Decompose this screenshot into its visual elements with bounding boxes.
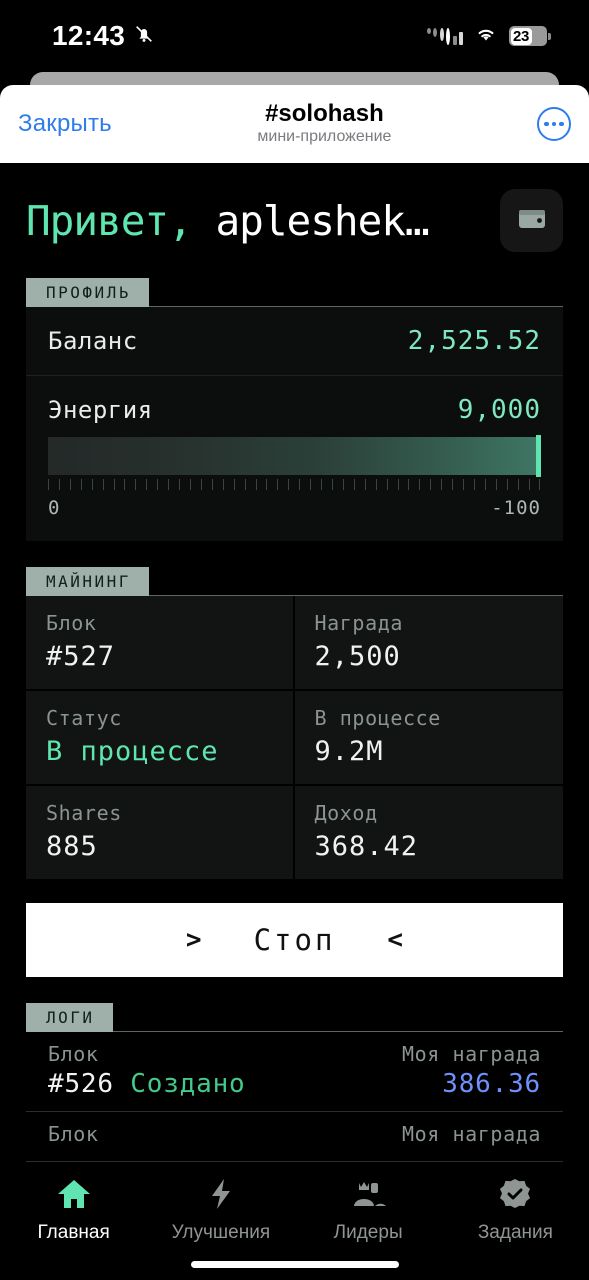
mining-cell: В процессе 9.2M (294, 691, 563, 786)
profile-section: ПРОФИЛЬ Баланс 2,525.52 Энергия 9,000 0 … (0, 278, 589, 541)
nav-item-label: Лидеры (333, 1222, 403, 1243)
mining-cell: Блок #527 (26, 596, 295, 691)
wallet-button[interactable] (500, 189, 563, 252)
balance-value: 2,525.52 (407, 326, 541, 356)
greeting-text: Привет, apleshek… (26, 196, 430, 245)
leaders-icon (349, 1177, 387, 1215)
log-row-body: #526 Создано 386.36 (48, 1069, 541, 1099)
energy-scale-max: -100 (491, 497, 541, 519)
battery-indicator: 23 (509, 26, 551, 46)
greeting-hello: Привет, (26, 196, 193, 245)
greeting-row: Привет, apleshek… (0, 163, 589, 252)
mining-cell-label: В процессе (314, 706, 441, 730)
energy-bar-ticks (48, 479, 541, 490)
battery-percent-label: 23 (513, 27, 530, 45)
mining-cell: Shares 885 (26, 786, 295, 881)
status-bar-left: 12:43 (52, 20, 155, 52)
mining-cell: Статус В процессе (26, 691, 295, 786)
balance-row: Баланс 2,525.52 (26, 307, 563, 376)
log-block-number: #526 (48, 1069, 114, 1099)
mini-app-content: Привет, apleshek… ПРОФИЛЬ Баланс 2,525.5… (0, 163, 589, 1163)
log-reward-value: 386.36 (442, 1069, 541, 1099)
mining-cell-label: Блок (46, 611, 97, 635)
energy-bar-cursor (536, 435, 541, 477)
energy-header: Энергия 9,000 (26, 376, 563, 433)
mini-app-subtitle: мини-приложение (257, 128, 392, 146)
mining-cell: Награда 2,500 (294, 596, 563, 691)
mining-cell-label: Награда (314, 611, 403, 635)
energy-row: Энергия 9,000 0 -100 (26, 376, 563, 541)
mining-action-wrap: > Стоп < (0, 881, 589, 977)
energy-value: 9,000 (457, 395, 541, 425)
mini-app-title: #solohash (265, 99, 384, 127)
mining-grid: Блок #527 Награда 2,500 Статус В процессе В пр… (26, 596, 563, 881)
ios-status-bar: 12:43 23 (0, 0, 589, 72)
mining-section-tab: МАЙНИНГ (26, 567, 149, 596)
status-bar-clock: 12:43 (52, 20, 126, 51)
log-reward-label: Моя награда (401, 1122, 541, 1146)
nav-item-leaders[interactable]: Лидеры (308, 1177, 428, 1244)
mining-cell-value: 368.42 (314, 831, 419, 862)
home-icon (56, 1177, 92, 1215)
mining-cell-label: Статус (46, 706, 122, 730)
mining-cell-value: В процессе (46, 736, 219, 767)
nav-item-upgrades[interactable]: Улучшения (161, 1177, 281, 1244)
nav-item-label: Улучшения (171, 1222, 271, 1243)
cellular-signal-icon (426, 27, 463, 45)
mining-cell-label: Shares (46, 801, 122, 825)
mining-section: МАЙНИНГ Блок #527 Награда 2,500 Статус В проц… (0, 567, 589, 881)
logs-list: Блок Моя награда #526 Создано 386.36 Блок Моя… (26, 1032, 563, 1162)
stop-button[interactable]: > Стоп < (26, 903, 563, 977)
mini-app-header: Закрыть #solohash мини-приложение (0, 85, 589, 163)
log-block-value: #526 Создано (48, 1069, 245, 1099)
energy-label: Энергия (48, 396, 153, 424)
nav-item-label: Задания (477, 1222, 553, 1243)
stop-button-label: Стоп (253, 923, 336, 957)
mining-cell-value: 2,500 (314, 641, 401, 672)
mining-cell-value: 885 (46, 831, 98, 862)
status-bar-right: 23 (426, 25, 551, 47)
close-button[interactable]: Закрыть (18, 110, 112, 138)
energy-meter: 0 -100 (26, 433, 563, 541)
log-row: Блок Моя награда #526 Создано 386.36 (26, 1032, 563, 1112)
profile-card: Баланс 2,525.52 Энергия 9,000 0 -100 (26, 307, 563, 541)
greeting-username: apleshek… (191, 196, 429, 245)
tasks-icon (498, 1177, 532, 1215)
nav-item-tasks[interactable]: Задания (455, 1177, 575, 1244)
log-block-label: Блок (48, 1042, 99, 1066)
nav-item-home[interactable]: Главная (14, 1177, 134, 1244)
balance-label: Баланс (48, 327, 138, 355)
mining-cell-value: 9.2M (314, 736, 384, 767)
nav-item-label: Главная (37, 1222, 110, 1243)
mining-cell: Доход 368.42 (294, 786, 563, 881)
energy-scale: 0 -100 (48, 497, 541, 519)
log-row-head: Блок Моя награда (48, 1122, 541, 1146)
logs-section: ЛОГИ Блок Моя награда #526 Создано 386.36 Бл… (0, 1003, 589, 1162)
bell-slash-icon (133, 23, 155, 49)
log-block-label: Блок (48, 1122, 99, 1146)
stop-left-arrow-icon: > (185, 925, 202, 955)
phone-screen: 12:43 23 Закрыть #solohash мини-приложен… (0, 0, 589, 1280)
home-indicator (190, 1261, 399, 1268)
energy-scale-min: 0 (48, 497, 61, 519)
logs-section-tab: ЛОГИ (26, 1003, 113, 1032)
energy-bar (48, 435, 541, 477)
mini-app-title-group: #solohash мини-приложение (112, 100, 537, 148)
log-block-status: Создано (130, 1069, 246, 1099)
mining-cell-label: Доход (314, 801, 378, 825)
wallet-icon (517, 206, 547, 236)
more-options-icon[interactable] (537, 107, 571, 141)
log-reward-label: Моя награда (401, 1042, 541, 1066)
log-row: Блок Моя награда (26, 1112, 563, 1162)
mining-cell-value: #527 (46, 641, 116, 672)
bolt-icon (203, 1177, 239, 1215)
wifi-icon (474, 25, 498, 47)
profile-section-tab: ПРОФИЛЬ (26, 278, 149, 307)
stop-right-arrow-icon: < (387, 925, 404, 955)
log-row-head: Блок Моя награда (48, 1042, 541, 1066)
